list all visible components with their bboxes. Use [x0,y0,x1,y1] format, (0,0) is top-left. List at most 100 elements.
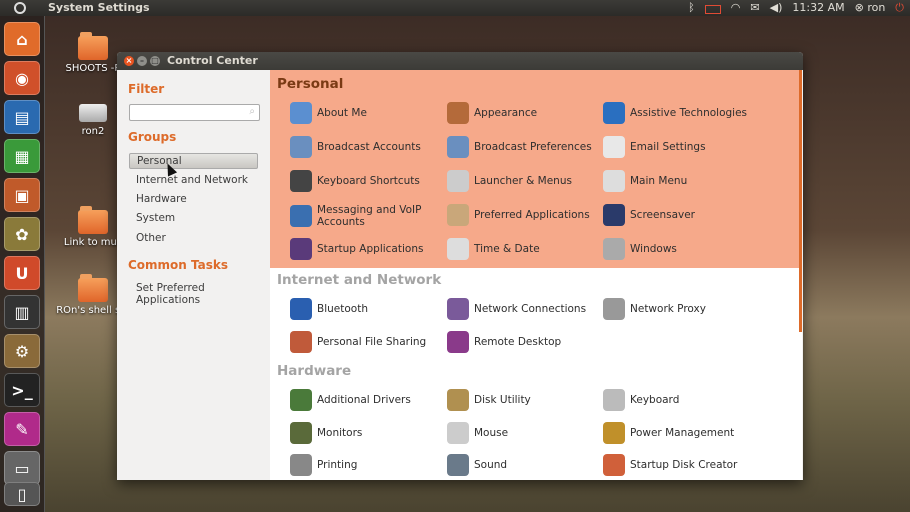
windows-icon [603,238,625,260]
clock-icon [447,238,469,260]
settings-item-label: Email Settings [630,141,706,153]
settings-item-label: Startup Applications [317,243,424,255]
settings-item[interactable]: Printing [290,454,357,476]
software-center-icon[interactable]: ✿ [4,217,40,251]
settings-item[interactable]: Appearance [447,102,537,124]
sidebar-item-other[interactable]: Other [136,232,166,244]
sound-icon [447,454,469,476]
desktop-icon-label: Link to mus [63,237,123,248]
filter-input[interactable]: ⌕ [129,104,260,121]
settings-item[interactable]: Broadcast Preferences [447,136,592,158]
settings-item[interactable]: Power Management [603,422,734,444]
power-icon[interactable]: ⏻ [895,0,904,16]
bluetooth-icon [290,298,312,320]
minimize-icon[interactable]: – [137,56,147,66]
settings-item-label: Preferred Applications [474,209,590,221]
writer-icon[interactable]: ▤ [4,100,40,134]
window-titlebar[interactable]: × – □ Control Center [117,52,803,70]
calc-icon[interactable]: ▦ [4,139,40,173]
settings-item[interactable]: Broadcast Accounts [290,136,421,158]
sidebar-item-hardware[interactable]: Hardware [136,193,187,205]
appearance-tool-icon[interactable]: ✎ [4,412,40,446]
monitor-icon [290,422,312,444]
settings-content: Personal Internet and Network Hardware A… [270,70,802,480]
settings-item-label: Power Management [630,427,735,439]
settings-item[interactable]: Mouse [447,422,508,444]
video-editor-icon[interactable]: ▥ [4,295,40,329]
settings-item-label: Additional Drivers [317,394,411,406]
settings-item-label: Sound [474,459,508,471]
settings-item[interactable]: Additional Drivers [290,389,411,411]
messaging-icon [290,205,312,227]
home-folder-icon[interactable]: ⌂ [4,22,40,56]
settings-item[interactable]: Bluetooth [290,298,368,320]
settings-item[interactable]: Preferred Applications [447,204,590,226]
preferred-apps-icon [447,204,469,226]
maximize-icon[interactable]: □ [150,56,160,66]
app-title: System Settings [48,1,150,14]
firefox-icon[interactable]: ◉ [4,61,40,95]
ubuntu-logo-icon[interactable] [14,2,26,14]
ubuntu-one-icon[interactable]: U [4,256,40,290]
settings-item[interactable]: Network Connections [447,298,586,320]
appearance-icon [447,102,469,124]
settings-item[interactable]: Sound [447,454,507,476]
drive-icon[interactable]: ▭ [4,451,40,485]
settings-item-label: Disk Utility [474,394,531,406]
scrollbar[interactable] [799,70,802,332]
settings-item[interactable]: Startup Applications [290,238,423,260]
file-sharing-icon [290,331,312,353]
close-icon[interactable]: × [124,56,134,66]
battery-icon[interactable] [704,4,721,14]
settings-item[interactable]: Main Menu [603,170,687,192]
broadcast-icon [290,136,312,158]
settings-item[interactable]: Assistive Technologies [603,102,747,124]
settings-item[interactable]: About Me [290,102,367,124]
user-name: ron [867,1,886,14]
settings-item-label: About Me [317,107,367,119]
settings-item[interactable]: Personal File Sharing [290,331,426,353]
mail-icon[interactable]: ✉ [750,0,759,16]
settings-item[interactable]: Disk Utility [447,389,531,411]
settings-item[interactable]: Email Settings [603,136,706,158]
settings-item-label: Startup Disk Creator [630,459,738,471]
task-set-preferred-applications[interactable]: Set Preferred Applications [136,282,269,306]
settings-item[interactable]: Network Proxy [603,298,706,320]
bluetooth-indicator-icon[interactable]: ᛒ [688,0,695,16]
wifi-icon[interactable]: ◠ [731,0,741,16]
drive-icon [79,104,107,122]
sidebar-item-personal[interactable]: Personal [129,153,258,169]
printer-icon [290,454,312,476]
settings-item[interactable]: Messaging and VoIP Accounts [290,204,421,228]
settings-item[interactable]: Windows [603,238,677,260]
clock[interactable]: 11:32 AM [792,0,844,16]
network-connections-icon [447,298,469,320]
sidebar-item-internet-network[interactable]: Internet and Network [136,174,248,186]
search-icon: ⌕ [249,106,255,117]
settings-item[interactable]: Time & Date [447,238,540,260]
folder-icon [78,32,108,60]
settings-item-label: Remote Desktop [474,336,562,348]
settings-item[interactable]: Screensaver [603,204,695,226]
settings-item-label: Keyboard [630,394,680,406]
system-settings-icon[interactable]: ⚙ [4,334,40,368]
volume-icon[interactable]: ◀) [770,0,783,16]
filter-heading: Filter [128,82,165,96]
settings-item-label: Network Proxy [630,303,706,315]
settings-item-label: Printing [317,459,358,471]
settings-item[interactable]: Startup Disk Creator [603,454,737,476]
settings-item[interactable]: Monitors [290,422,362,444]
settings-item[interactable]: Remote Desktop [447,331,561,353]
trash-icon[interactable]: ▯ [4,482,40,506]
settings-item[interactable]: Launcher & Menus [447,170,572,192]
settings-item[interactable]: Keyboard [603,389,679,411]
user-menu[interactable]: ⊗ ron [855,0,886,16]
settings-item-label: Appearance [474,107,538,119]
settings-item-label: Monitors [317,427,363,439]
section-title-hardware: Hardware [277,363,352,379]
window-title: Control Center [167,54,258,67]
sidebar-item-system[interactable]: System [136,212,175,224]
impress-icon[interactable]: ▣ [4,178,40,212]
terminal-icon[interactable]: >_ [4,373,40,407]
settings-item[interactable]: Keyboard Shortcuts [290,170,420,192]
